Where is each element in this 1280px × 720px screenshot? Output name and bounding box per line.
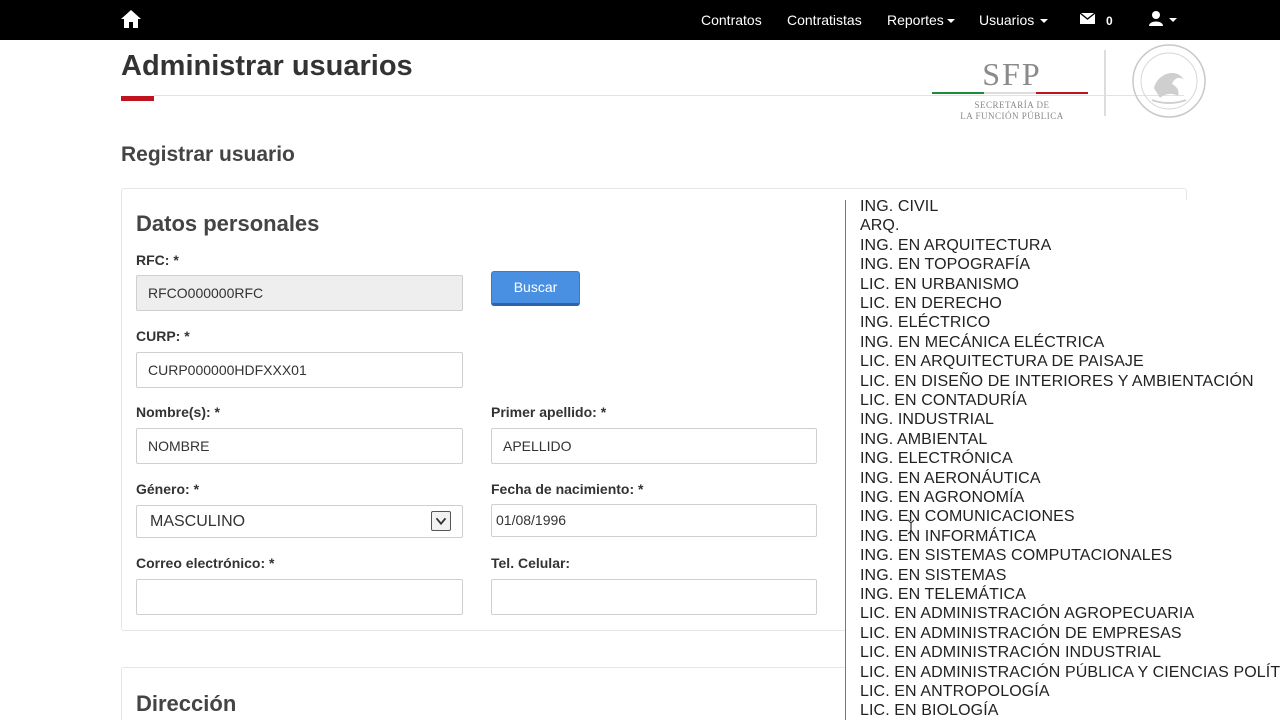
flag-stripe-red [1036, 92, 1088, 94]
nav-usuarios-label: Usuarios [979, 12, 1035, 28]
logo-divider [1104, 50, 1106, 116]
search-button[interactable]: Buscar [491, 271, 580, 306]
mail-icon[interactable] [1080, 13, 1095, 24]
apellido-label: Primer apellido: * [491, 404, 607, 420]
email-field[interactable] [136, 579, 463, 615]
nombre-label: Nombre(s): * [136, 404, 221, 420]
nav-reportes[interactable]: Reportes [887, 12, 955, 28]
flag-stripe-white [984, 92, 1036, 94]
nav-reportes-label: Reportes [887, 12, 944, 28]
sfp-logo-line1: SECRETARÍA DE [974, 100, 1050, 110]
dropdown-option[interactable]: ING. ELECTRÓNICA [860, 450, 1013, 468]
national-seal-icon [1132, 44, 1206, 118]
genero-label: Género: * [136, 481, 200, 497]
page-title: Administrar usuarios [121, 50, 413, 82]
rfc-label: RFC: * [136, 252, 179, 268]
flag-stripe-green [932, 92, 984, 94]
dropdown-option[interactable]: LIC. EN ADMINISTRACIÓN PÚBLICA Y CIENCIA… [860, 664, 1280, 682]
dropdown-option[interactable]: LIC. EN ADMINISTRACIÓN INDUSTRIAL [860, 644, 1161, 662]
dropdown-option[interactable]: LIC. EN DERECHO [860, 295, 1002, 313]
mail-count-badge: 0 [1106, 14, 1113, 28]
genero-select[interactable]: MASCULINO [136, 505, 463, 538]
dropdown-option[interactable]: LIC. EN ADMINISTRACIÓN DE EMPRESAS [860, 625, 1182, 643]
dropdown-option[interactable]: ING. CIVIL [860, 200, 938, 216]
top-navbar: Contratos Contratistas Reportes Usuarios… [0, 0, 1280, 40]
dropdown-option[interactable]: LIC. EN ADMINISTRACIÓN AGROPECUARIA [860, 605, 1194, 623]
chevron-down-icon [946, 19, 955, 24]
fecha-input[interactable]: 01/08/1996 [491, 504, 817, 537]
curp-label: CURP: * [136, 328, 190, 344]
section-title: Registrar usuario [121, 143, 295, 166]
dropdown-option[interactable]: LIC. EN DISEÑO DE INTERIORES Y AMBIENTAC… [860, 373, 1254, 391]
dropdown-option[interactable]: LIC. EN ARQUITECTURA DE PAISAJE [860, 353, 1144, 371]
title-accent-bar [121, 96, 154, 101]
dropdown-option[interactable]: ING. EN AGRONOMÍA [860, 489, 1024, 507]
dropdown-option[interactable]: ING. EN SISTEMAS COMPUTACIONALES [860, 547, 1172, 565]
dropdown-option[interactable]: ING. EN INFORMÁTICA [860, 528, 1036, 546]
dropdown-option[interactable]: ARQ. [860, 217, 900, 235]
dropdown-option[interactable]: LIC. EN BIOLOGÍA [860, 702, 999, 720]
rfc-input[interactable]: RFCO000000RFC [136, 275, 463, 311]
correo-label: Correo electrónico: * [136, 555, 275, 571]
dropdown-option[interactable]: LIC. EN URBANISMO [860, 276, 1019, 294]
dropdown-option[interactable]: ING. EN MECÁNICA ELÉCTRICA [860, 334, 1104, 352]
user-icon[interactable] [1149, 11, 1163, 26]
dropdown-option[interactable]: ING. EN TOPOGRAFÍA [860, 256, 1030, 274]
dropdown-option[interactable]: ING. AMBIENTAL [860, 431, 987, 449]
apellido-input[interactable]: APELLIDO [491, 428, 817, 464]
dropdown-option[interactable]: LIC. EN ANTROPOLOGÍA [860, 683, 1050, 701]
phone-field[interactable] [491, 579, 817, 615]
dropdown-option[interactable]: ING. ELÉCTRICO [860, 314, 990, 332]
dropdown-option[interactable]: ING. INDUSTRIAL [860, 411, 994, 429]
fecha-label: Fecha de nacimiento: * [491, 481, 644, 497]
chevron-down-icon [1040, 19, 1049, 24]
nombre-input[interactable]: NOMBRE [136, 428, 463, 464]
address-heading: Dirección [136, 691, 237, 716]
dropdown-option[interactable]: ING. EN TELEMÁTICA [860, 586, 1026, 604]
curp-input[interactable]: CURP000000HDFXXX01 [136, 352, 463, 388]
sfp-logo-acronym: SFP [982, 56, 1042, 92]
home-icon[interactable] [120, 8, 142, 30]
tel-label: Tel. Celular: [491, 555, 571, 571]
dropdown-option[interactable]: ING. EN SISTEMAS [860, 567, 1007, 585]
dropdown-option[interactable]: ING. EN AERONÁUTICA [860, 470, 1041, 488]
personal-data-heading: Datos personales [136, 211, 320, 236]
dropdown-option[interactable]: ING. EN ARQUITECTURA [860, 237, 1051, 255]
text-cursor-icon [907, 519, 915, 535]
dropdown-option[interactable]: LIC. EN CONTADURÍA [860, 392, 1027, 410]
dropdown-option[interactable]: ING. EN COMUNICACIONES [860, 508, 1075, 526]
nav-contratistas[interactable]: Contratistas [787, 12, 862, 28]
profession-dropdown-list[interactable]: ING. CIVIL ARQ. ING. EN ARQUITECTURA ING. E… [845, 200, 1280, 720]
nav-usuarios[interactable]: Usuarios [979, 12, 1049, 28]
sfp-logo: SFP SECRETARÍA DE LA FUNCIÓN PÚBLICA [932, 56, 1092, 122]
nav-contratos[interactable]: Contratos [701, 12, 762, 28]
chevron-down-icon[interactable] [431, 511, 451, 531]
chevron-down-icon[interactable] [1169, 18, 1177, 22]
sfp-logo-line2: LA FUNCIÓN PÚBLICA [960, 111, 1064, 121]
